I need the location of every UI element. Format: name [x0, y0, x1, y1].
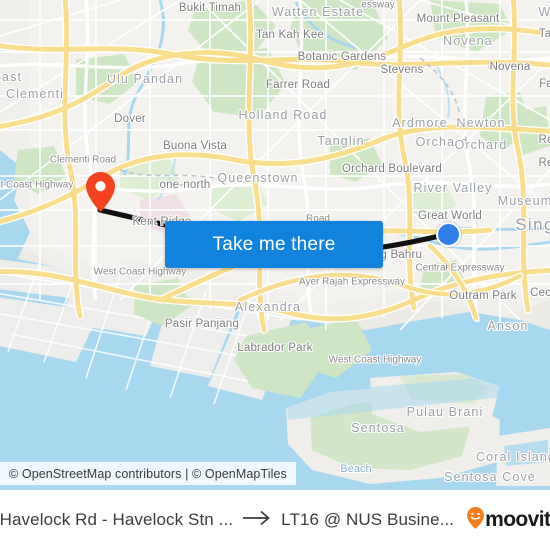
moovit-logo[interactable]: moovit — [467, 506, 550, 534]
map-attribution[interactable]: © OpenStreetMap contributors | © OpenMap… — [0, 462, 296, 485]
map-canvas[interactable]: Bukit Timah Watten Estate essway Mount Plea… — [0, 0, 550, 490]
destination-stop-label: LT16 @ NUS Busine... — [281, 510, 455, 529]
moovit-pin-smiley-icon — [467, 506, 485, 534]
origin-location-dot-icon[interactable] — [435, 221, 461, 247]
trip-summary-bar: Havelock Rd - Havelock Stn ... LT16 @ NU… — [0, 490, 550, 550]
moovit-trip-preview-screen: Bukit Timah Watten Estate essway Mount Plea… — [0, 0, 550, 550]
take-me-there-button[interactable]: Take me there — [165, 221, 383, 268]
origin-stop-label: Havelock Rd - Havelock Stn ... — [0, 510, 234, 529]
destination-map-pin-icon[interactable] — [85, 172, 115, 212]
moovit-wordmark: moovit — [485, 508, 550, 531]
arrow-right-icon — [242, 510, 272, 531]
